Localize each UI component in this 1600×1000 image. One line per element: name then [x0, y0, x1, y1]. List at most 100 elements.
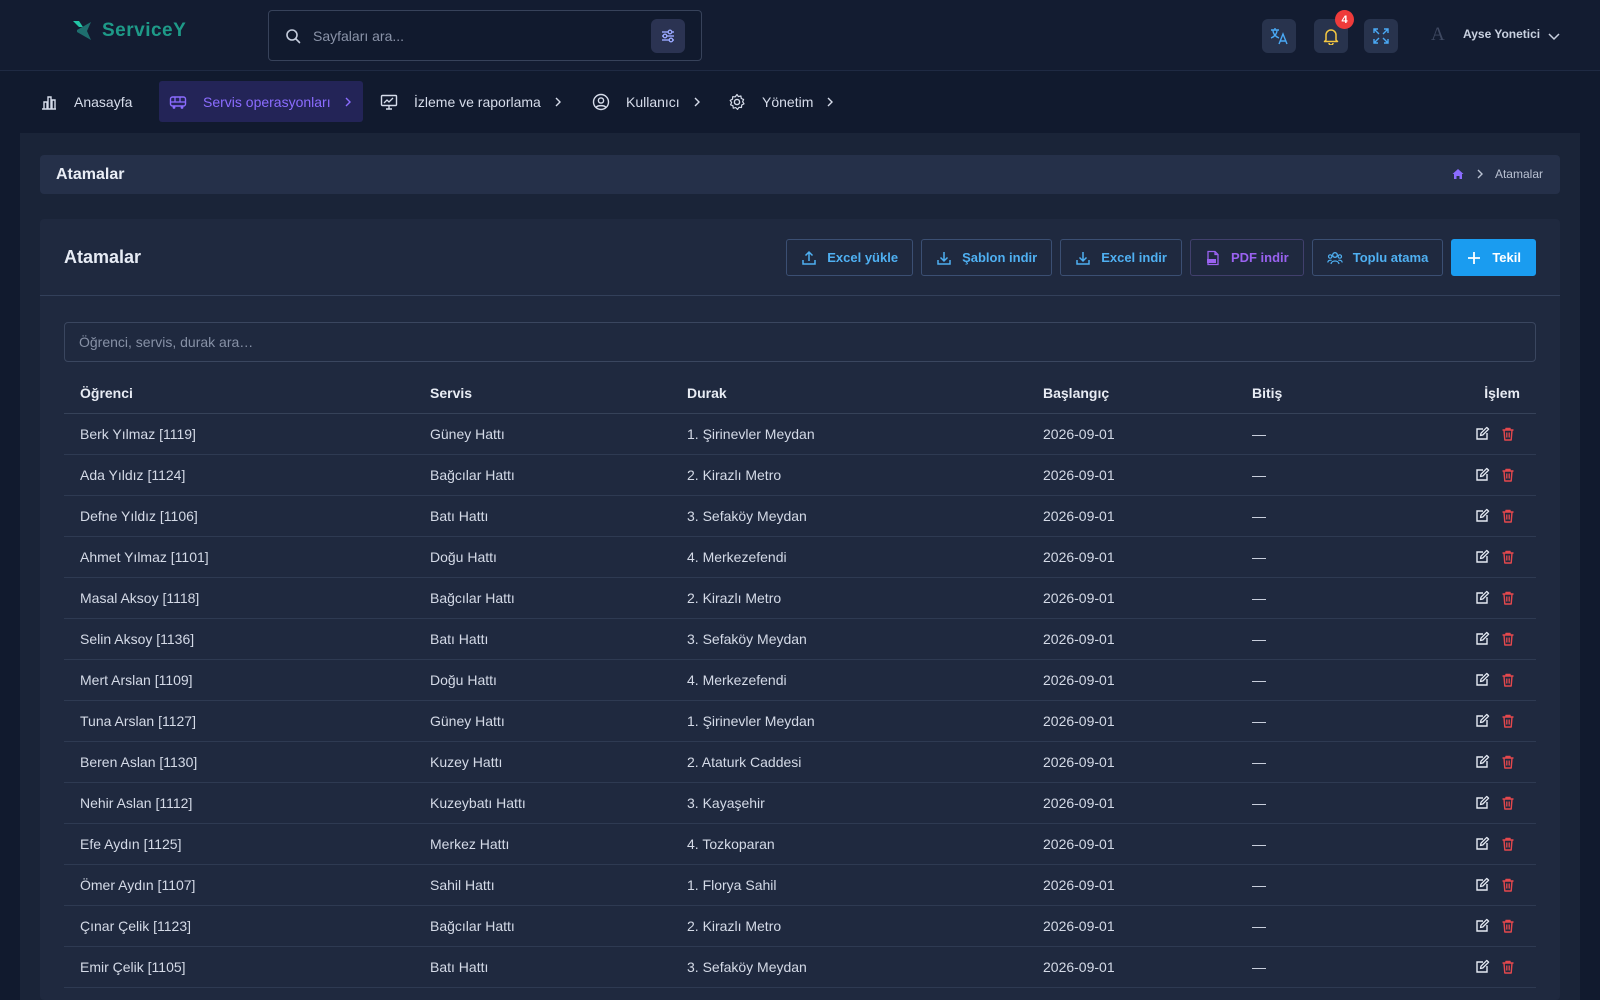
cell-ogrenci: Ahmet Yılmaz [1101]	[64, 536, 414, 578]
trash-icon[interactable]	[1500, 959, 1516, 975]
table-row[interactable]: Ahmet Yılmaz [1101] Doğu Hattı 4. Merkezef…	[64, 536, 1536, 578]
assignments-table: Öğrenci Servis Durak Başlangıç Bitiş İşl…	[64, 374, 1536, 988]
logo-text-accent: Y	[173, 20, 187, 41]
trash-icon[interactable]	[1500, 508, 1516, 524]
card-actions: Excel yükle Şablon indir Excel indir PDF…	[786, 239, 1536, 276]
nav-item-servis-operasyonlari[interactable]: Servis operasyonları	[159, 81, 363, 122]
cell-durak: 1. Florya Sahil	[671, 864, 1027, 906]
avatar[interactable]: A	[1431, 24, 1445, 46]
pdf-download-button[interactable]: PDF indir	[1189, 239, 1304, 276]
cell-islem	[1436, 454, 1536, 496]
cell-ogrenci: Nehir Aslan [1112]	[64, 782, 414, 824]
table-row[interactable]: Emir Çelik [1105] Batı Hattı 3. Sefaköy Me…	[64, 946, 1536, 988]
trash-icon[interactable]	[1500, 467, 1516, 483]
table-row[interactable]: Selin Aksoy [1136] Batı Hattı 3. Sefaköy M…	[64, 618, 1536, 660]
trash-icon[interactable]	[1500, 795, 1516, 811]
trash-icon[interactable]	[1500, 836, 1516, 852]
trash-icon[interactable]	[1500, 918, 1516, 934]
template-download-button[interactable]: Şablon indir	[921, 239, 1053, 276]
nav-item-yonetim[interactable]: Yönetim	[718, 81, 845, 122]
translate-icon	[1270, 28, 1288, 45]
column-header-bitis[interactable]: Bitiş	[1236, 374, 1436, 414]
edit-icon[interactable]	[1474, 959, 1490, 975]
table-row[interactable]: Mert Arslan [1109] Doğu Hattı 4. Merkezefe…	[64, 659, 1536, 701]
edit-icon[interactable]	[1474, 672, 1490, 688]
column-header-durak[interactable]: Durak	[671, 374, 1027, 414]
cell-durak: 4. Merkezefendi	[671, 536, 1027, 578]
trash-icon[interactable]	[1500, 877, 1516, 893]
table-header-row: Öğrenci Servis Durak Başlangıç Bitiş İşl…	[64, 374, 1536, 414]
trash-icon[interactable]	[1500, 713, 1516, 729]
table-row[interactable]: Çınar Çelik [1123] Bağcılar Hattı 2. Kiraz…	[64, 905, 1536, 947]
nav-item-anasayfa[interactable]: Anasayfa	[30, 81, 142, 122]
translate-button[interactable]	[1262, 19, 1296, 53]
cell-baslangic: 2026-09-01	[1027, 864, 1236, 906]
edit-icon[interactable]	[1474, 426, 1490, 442]
excel-download-button[interactable]: Excel indir	[1060, 239, 1182, 276]
button-label: PDF indir	[1230, 250, 1289, 265]
excel-upload-button[interactable]: Excel yükle	[786, 239, 914, 276]
home-icon[interactable]	[1451, 167, 1465, 181]
cell-servis: Batı Hattı	[414, 495, 671, 537]
table-row[interactable]: Ada Yıldız [1124] Bağcılar Hattı 2. Kirazl…	[64, 454, 1536, 496]
table-row[interactable]: Nehir Aslan [1112] Kuzeybatı Hattı 3. Kaya…	[64, 782, 1536, 824]
edit-icon[interactable]	[1474, 918, 1490, 934]
cell-servis: Bağcılar Hattı	[414, 905, 671, 947]
cell-baslangic: 2026-09-01	[1027, 454, 1236, 496]
edit-icon[interactable]	[1474, 713, 1490, 729]
column-header-ogrenci[interactable]: Öğrenci	[64, 374, 414, 414]
edit-icon[interactable]	[1474, 549, 1490, 565]
edit-icon[interactable]	[1474, 590, 1490, 606]
table-row[interactable]: Berk Yılmaz [1119] Güney Hattı 1. Şirinevl…	[64, 413, 1536, 455]
bulk-assign-button[interactable]: Toplu atama	[1311, 239, 1444, 276]
edit-icon[interactable]	[1474, 508, 1490, 524]
bus-icon	[169, 95, 187, 109]
cell-baslangic: 2026-09-01	[1027, 495, 1236, 537]
cell-bitis: —	[1236, 536, 1436, 578]
chevron-right-icon	[555, 97, 561, 106]
cell-durak: 2. Kirazlı Metro	[671, 454, 1027, 496]
cell-islem	[1436, 700, 1536, 742]
add-single-button[interactable]: Tekil	[1451, 239, 1536, 276]
user-name[interactable]: Ayse Yonetici	[1463, 27, 1540, 41]
button-label: Toplu atama	[1352, 250, 1429, 265]
edit-icon[interactable]	[1474, 631, 1490, 647]
table-row[interactable]: Masal Aksoy [1118] Bağcılar Hattı 2. Kiraz…	[64, 577, 1536, 619]
notification-badge: 4	[1335, 10, 1354, 29]
trash-icon[interactable]	[1500, 590, 1516, 606]
column-header-baslangic[interactable]: Başlangıç	[1027, 374, 1236, 414]
table-search-input[interactable]	[64, 322, 1536, 362]
table-row[interactable]: Ömer Aydın [1107] Sahil Hattı 1. Florya Sa…	[64, 864, 1536, 906]
table-row[interactable]: Beren Aslan [1130] Kuzey Hattı 2. Ataturk …	[64, 741, 1536, 783]
trash-icon[interactable]	[1500, 549, 1516, 565]
trash-icon[interactable]	[1500, 672, 1516, 688]
global-search-input[interactable]	[313, 27, 651, 44]
cell-bitis: —	[1236, 905, 1436, 947]
nav-item-izleme-raporlama[interactable]: İzleme ve raporlama	[370, 81, 573, 122]
table-row[interactable]: Defne Yıldız [1106] Batı Hattı 3. Sefaköy …	[64, 495, 1536, 537]
trash-icon[interactable]	[1500, 426, 1516, 442]
logo[interactable]: ServiceY	[70, 18, 186, 44]
edit-icon[interactable]	[1474, 877, 1490, 893]
chevron-down-icon[interactable]	[1548, 30, 1560, 42]
cell-bitis: —	[1236, 618, 1436, 660]
nav-item-kullanici[interactable]: Kullanıcı	[582, 81, 712, 122]
trash-icon[interactable]	[1500, 631, 1516, 647]
trash-icon[interactable]	[1500, 754, 1516, 770]
global-search[interactable]	[268, 10, 702, 61]
column-header-servis[interactable]: Servis	[414, 374, 671, 414]
edit-icon[interactable]	[1474, 836, 1490, 852]
search-filter-button[interactable]	[651, 18, 685, 53]
fullscreen-button[interactable]	[1364, 19, 1398, 53]
edit-icon[interactable]	[1474, 754, 1490, 770]
table-body: Berk Yılmaz [1119] Güney Hattı 1. Şirinevl…	[64, 413, 1536, 988]
cell-islem	[1436, 946, 1536, 988]
notifications-button[interactable]: 4	[1314, 10, 1354, 53]
cell-islem	[1436, 577, 1536, 619]
edit-icon[interactable]	[1474, 795, 1490, 811]
table-row[interactable]: Efe Aydın [1125] Merkez Hattı 4. Tozkopara…	[64, 823, 1536, 865]
table-row[interactable]: Tuna Arslan [1127] Güney Hattı 1. Şirinevl…	[64, 700, 1536, 742]
cell-durak: 3. Sefaköy Meydan	[671, 495, 1027, 537]
nav-item-label: Anasayfa	[74, 93, 133, 110]
edit-icon[interactable]	[1474, 467, 1490, 483]
